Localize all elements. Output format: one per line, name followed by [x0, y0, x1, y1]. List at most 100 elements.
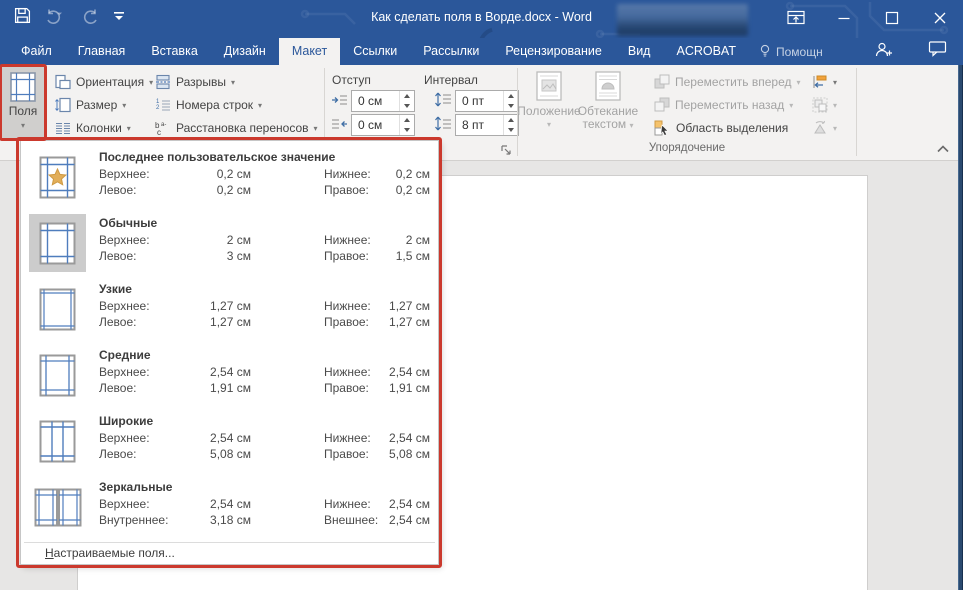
position-icon	[534, 71, 564, 101]
line-numbers-button[interactable]: 12 Номера строк ▾	[155, 94, 262, 116]
window-right-edge	[958, 65, 963, 590]
spinner-arrows[interactable]	[503, 91, 518, 111]
spacing-before-value: 0 пт	[456, 91, 503, 111]
arrange-group-label: Упорядочение	[518, 142, 856, 154]
preset-title: Зеркальные	[99, 480, 430, 497]
preset-title: Узкие	[99, 282, 430, 299]
spinner-arrows[interactable]	[399, 115, 414, 135]
indent-left-spinner[interactable]: 0 см	[351, 90, 415, 112]
selection-pane-icon	[654, 120, 671, 136]
send-backward-label: Переместить назад	[675, 98, 784, 112]
svg-text:2: 2	[156, 105, 160, 111]
spacing-after-icon	[434, 115, 452, 133]
custom-margins-star-icon	[29, 148, 86, 206]
tab-design[interactable]: Дизайн	[211, 38, 279, 65]
hyphenation-icon: ba-c	[155, 120, 171, 136]
close-icon	[933, 11, 947, 25]
tab-layout[interactable]: Макет	[279, 38, 340, 65]
indent-right-value: 0 см	[352, 115, 399, 135]
hyphenation-button[interactable]: ba-c Расстановка переносов ▾	[155, 117, 318, 139]
wide-margins-icon	[29, 412, 86, 470]
tab-home[interactable]: Главная	[65, 38, 139, 65]
spacing-section-label: Интервал	[424, 73, 478, 87]
size-button[interactable]: Размер ▾	[55, 94, 126, 116]
rotate-objects-button: ▾	[812, 117, 837, 139]
wrap-text-button: Обтекание текстом ▾	[578, 71, 638, 132]
comments-icon	[928, 40, 947, 57]
spinner-arrows[interactable]	[399, 91, 414, 111]
margins-icon	[10, 72, 36, 102]
blurred-account-name	[617, 4, 748, 36]
orientation-button[interactable]: Ориентация ▾	[55, 71, 153, 93]
tab-view[interactable]: Вид	[615, 38, 664, 65]
narrow-margins-icon	[29, 280, 86, 338]
chevron-down-icon: ▾	[314, 124, 318, 133]
preset-title: Последнее пользовательское значение	[99, 150, 430, 167]
ribbon-display-options-button[interactable]	[781, 6, 811, 30]
columns-button[interactable]: Колонки ▾	[55, 117, 131, 139]
tab-references[interactable]: Ссылки	[340, 38, 410, 65]
chevron-down-icon: ▾	[789, 101, 793, 110]
normal-margins-icon	[29, 214, 86, 272]
margins-preset-mirrored[interactable]: Зеркальные Верхнее:2,54 смНижнее:2,54 см…	[21, 475, 438, 541]
spacing-after-spinner[interactable]: 8 пт	[455, 114, 519, 136]
tab-mailings[interactable]: Рассылки	[410, 38, 492, 65]
access-key: Н	[45, 546, 54, 560]
margins-dropdown-menu: Последнее пользовательское значение Верх…	[20, 140, 439, 565]
lightbulb-icon	[759, 44, 771, 59]
tab-insert[interactable]: Вставка	[138, 38, 210, 65]
spacing-before-icon	[434, 91, 452, 109]
spacing-before-spinner[interactable]: 0 пт	[455, 90, 519, 112]
custom-margins-label: астраиваемые поля...	[54, 546, 175, 560]
chevron-down-icon: ▾	[258, 101, 262, 110]
line-numbers-label: Номера строк	[176, 98, 253, 112]
maximize-icon	[885, 11, 899, 25]
svg-text:c: c	[157, 128, 161, 136]
hyphenation-label: Расстановка переносов	[176, 121, 309, 135]
position-button: Положение ▾	[524, 71, 574, 131]
moderate-margins-icon	[29, 346, 86, 404]
ribbon-display-options-icon	[786, 8, 806, 28]
rotate-objects-icon	[812, 120, 828, 136]
breaks-button[interactable]: Разрывы ▾	[155, 71, 235, 93]
selection-pane-button[interactable]: Область выделения	[654, 117, 788, 139]
group-separator	[856, 68, 857, 156]
line-numbers-icon: 12	[155, 97, 171, 113]
minimize-icon	[837, 11, 851, 25]
share-button[interactable]	[873, 40, 893, 60]
preset-title: Средние	[99, 348, 430, 365]
maximize-button[interactable]	[877, 6, 907, 30]
tab-acrobat[interactable]: ACROBAT	[663, 38, 749, 65]
margins-preset-normal[interactable]: Обычные Верхнее:2 смНижнее:2 см Левое:3 …	[21, 211, 438, 277]
margins-preset-moderate[interactable]: Средние Верхнее:2,54 смНижнее:2,54 см Ле…	[21, 343, 438, 409]
minimize-button[interactable]	[829, 6, 859, 30]
orientation-label: Ориентация	[76, 75, 144, 89]
align-objects-icon	[812, 74, 828, 90]
indent-section-label: Отступ	[332, 73, 371, 87]
group-objects-icon	[812, 97, 828, 113]
tell-me-help-tab[interactable]: Помощн	[749, 38, 833, 65]
comments-button[interactable]	[928, 40, 947, 57]
bring-forward-icon	[654, 74, 670, 90]
tab-file[interactable]: Файл	[8, 38, 65, 65]
custom-margins-menu-item[interactable]: Настраиваемые поля...	[45, 546, 175, 560]
preset-title: Обычные	[99, 216, 430, 233]
size-icon	[55, 97, 71, 113]
indent-left-value: 0 см	[352, 91, 399, 111]
preset-title: Широкие	[99, 414, 430, 431]
close-button[interactable]	[925, 6, 955, 30]
selection-pane-label: Область выделения	[676, 121, 788, 135]
paragraph-dialog-launcher[interactable]	[500, 144, 512, 156]
indent-right-spinner[interactable]: 0 см	[351, 114, 415, 136]
margins-preset-wide[interactable]: Широкие Верхнее:2,54 смНижнее:2,54 см Ле…	[21, 409, 438, 475]
align-button[interactable]: ▾	[812, 71, 837, 93]
margins-preset-custom[interactable]: Последнее пользовательское значение Верх…	[21, 145, 438, 211]
margins-button[interactable]: Поля ▾	[1, 66, 45, 139]
collapse-ribbon-button[interactable]	[936, 143, 950, 155]
tab-review[interactable]: Рецензирование	[492, 38, 615, 65]
spinner-arrows[interactable]	[503, 115, 518, 135]
chevron-down-icon: ▾	[149, 78, 153, 87]
mirrored-margins-icon	[29, 478, 86, 536]
margins-preset-narrow[interactable]: Узкие Верхнее:1,27 смНижнее:1,27 см Лево…	[21, 277, 438, 343]
chevron-down-icon: ▾	[21, 119, 25, 132]
